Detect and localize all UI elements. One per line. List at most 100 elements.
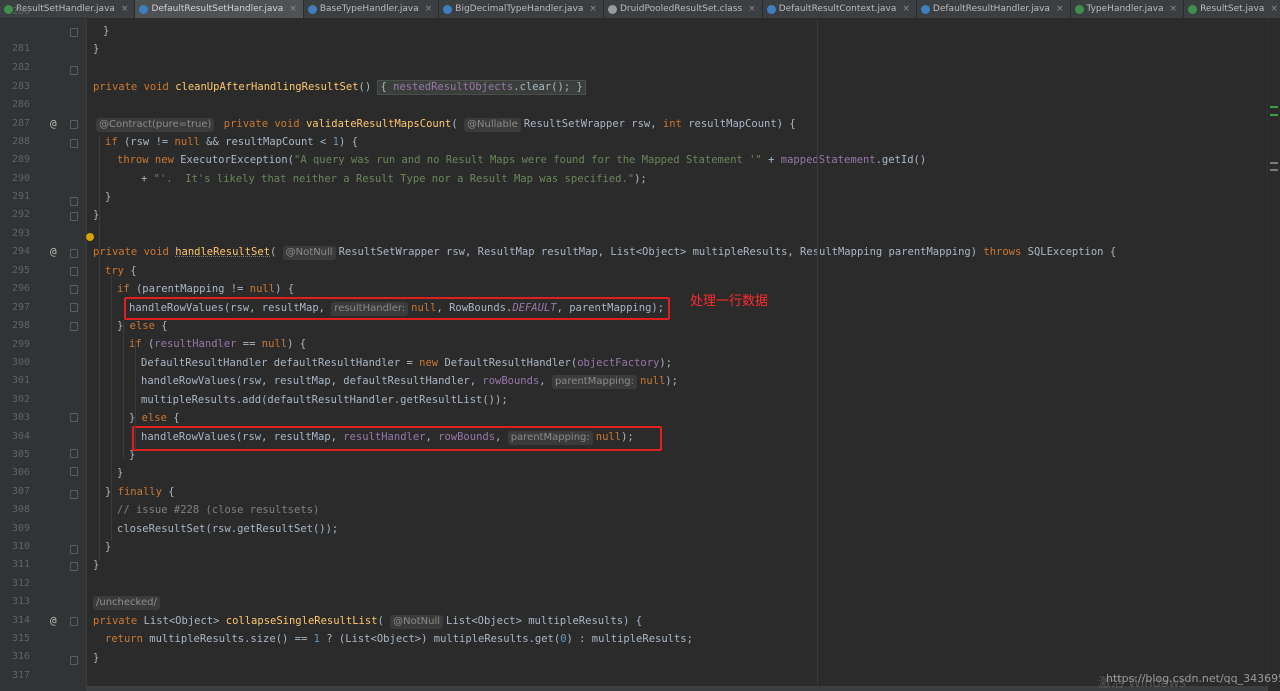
class-file-icon (607, 4, 617, 14)
close-icon[interactable]: × (1170, 4, 1178, 14)
java-file-icon (1188, 4, 1198, 14)
code-line-294: private void handleResultSet( @NotNull Re… (93, 246, 1117, 260)
fold-marker-icon[interactable] (70, 212, 78, 221)
fold-marker-icon[interactable] (70, 249, 78, 258)
fold-marker-icon[interactable] (70, 449, 78, 458)
line-number: 297 (11, 302, 30, 313)
line-number: 314 (11, 615, 30, 626)
indent-guide (135, 340, 136, 450)
line-number: 317 (11, 670, 30, 681)
scroll-marker (1270, 162, 1278, 164)
code-line-300: DefaultResultHandler defaultResultHandle… (141, 357, 673, 369)
fold-marker-icon[interactable] (70, 120, 78, 129)
code-editor[interactable]: } } private void cleanUpAfterHandlingRes… (93, 19, 1268, 691)
line-number: 312 (11, 578, 30, 589)
line-number: 292 (11, 209, 30, 220)
line-number: 293 (11, 228, 30, 239)
line-number: 286 (11, 99, 30, 110)
fold-marker-icon[interactable] (70, 617, 78, 626)
editor-tab[interactable]: DefaultResultHandler.java × (917, 0, 1071, 18)
scroll-marker (1270, 169, 1278, 171)
editor-tab[interactable]: DefaultResultSetHandler.java × (135, 0, 304, 18)
fold-marker-icon[interactable] (70, 467, 78, 476)
line-number: 311 (11, 559, 30, 570)
line-number: 288 (11, 136, 30, 147)
line-number: 310 (11, 541, 30, 552)
right-margin-guide (817, 19, 818, 691)
editor-tab[interactable]: DruidPooledResultSet.class × (604, 0, 763, 18)
editor-tab[interactable]: TypeHandler.java × (1071, 0, 1185, 18)
code-line-299: if (resultHandler == null) { (129, 338, 307, 350)
line-number-gutter: 280 281 282 283 286 287 288 289 290 291 292 293 294 2… (0, 6, 94, 691)
highlight-box-result-handler-call (132, 426, 662, 451)
editor-tab[interactable]: BigDecimalTypeHandler.java × (439, 0, 604, 18)
fold-marker-icon[interactable] (70, 490, 78, 499)
code-line-307: } finally { (105, 486, 175, 498)
fold-marker-icon[interactable] (70, 303, 78, 312)
scroll-marker (1270, 106, 1278, 108)
code-line-314: private List<Object> collapseSingleResul… (93, 615, 643, 629)
line-number: 299 (11, 339, 30, 350)
line-number: 294 (11, 246, 30, 257)
horizontal-scrollbar[interactable] (86, 686, 1268, 691)
inlay-hint-parentmapping: parentMapping: (551, 375, 637, 389)
fold-marker-icon[interactable] (70, 66, 78, 75)
scroll-marker (1270, 114, 1278, 116)
editor-tab[interactable]: DefaultResultContext.java × (763, 0, 917, 18)
close-icon[interactable]: × (589, 4, 597, 14)
vertical-scrollbar[interactable] (1267, 19, 1280, 691)
code-line-306: } (117, 467, 124, 479)
line-number: 306 (11, 467, 30, 478)
fold-marker-icon[interactable] (70, 197, 78, 206)
fold-marker-icon[interactable] (70, 562, 78, 571)
indent-guide (123, 320, 124, 460)
override-marker-icon[interactable]: @ (50, 115, 57, 133)
line-number: 300 (11, 357, 30, 368)
fold-marker-icon[interactable] (70, 413, 78, 422)
annotation-label: 处理一行数据 (690, 294, 769, 309)
code-line-303: } else { (129, 412, 180, 424)
editor-tab[interactable]: ResultSet.java × (1184, 0, 1280, 18)
tab-label: ResultSetHandler.java (16, 4, 115, 14)
override-marker-icon[interactable]: @ (50, 243, 57, 261)
java-file-icon (139, 4, 149, 14)
tab-label: ResultSet.java (1200, 4, 1265, 14)
line-number: 313 (11, 596, 30, 607)
code-line-288: if (rsw != null && resultMapCount < 1) { (105, 136, 358, 148)
fold-marker-icon[interactable] (70, 267, 78, 276)
tab-label: DefaultResultContext.java (778, 4, 897, 14)
line-number: 308 (11, 504, 30, 515)
line-number: 315 (11, 633, 30, 644)
close-icon[interactable]: × (121, 4, 129, 14)
java-file-icon (1074, 4, 1084, 14)
fold-marker-icon[interactable] (70, 139, 78, 148)
line-number: 280 (11, 6, 30, 17)
line-number: 304 (11, 431, 30, 442)
line-number: 296 (11, 283, 30, 294)
code-line-308: // issue #228 (close resultsets) (117, 504, 320, 516)
fold-marker-icon[interactable] (70, 656, 78, 665)
close-icon[interactable]: × (902, 4, 910, 14)
code-line-310: } (105, 541, 112, 553)
tab-label: BigDecimalTypeHandler.java (455, 4, 584, 14)
line-number: 295 (11, 265, 30, 276)
close-icon[interactable]: × (1270, 4, 1278, 14)
close-icon[interactable]: × (748, 4, 756, 14)
override-marker-icon[interactable]: @ (50, 612, 57, 630)
indent-guide (111, 275, 112, 540)
folded-block[interactable]: { nestedResultObjects.clear(); } (377, 80, 586, 95)
code-line-295: try { (105, 265, 137, 277)
java-file-icon (307, 4, 317, 14)
line-number: 301 (11, 375, 30, 386)
code-line-301: handleRowValues(rsw, resultMap, defaultR… (141, 375, 678, 389)
fold-marker-icon[interactable] (70, 28, 78, 37)
fold-marker-icon[interactable] (70, 285, 78, 294)
close-icon[interactable]: × (425, 4, 433, 14)
close-icon[interactable]: × (1056, 4, 1064, 14)
fold-marker-icon[interactable] (70, 322, 78, 331)
indent-guide (99, 136, 100, 560)
close-icon[interactable]: × (289, 4, 297, 14)
fold-marker-icon[interactable] (70, 545, 78, 554)
tab-label: BaseTypeHandler.java (319, 4, 419, 14)
editor-tab[interactable]: BaseTypeHandler.java × (304, 0, 440, 18)
